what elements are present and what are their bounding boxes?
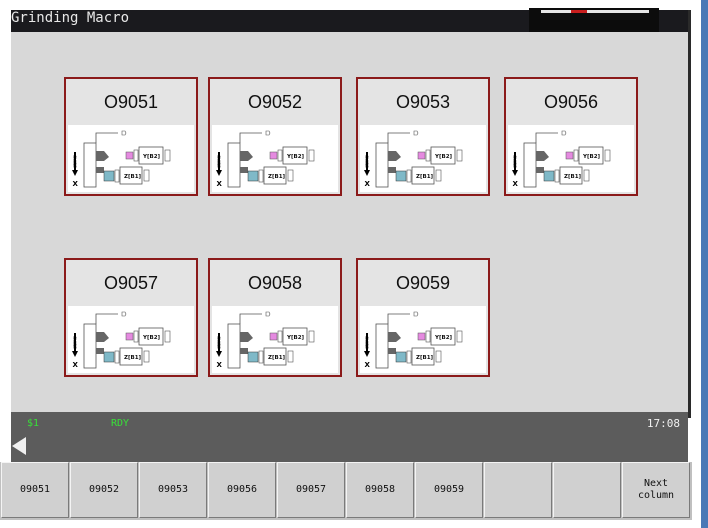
machine-illustration: GUIDEXZ[B1]Y[B2] [68,306,194,373]
title-bar: Grinding Macro [11,8,688,36]
clock: 17:08 [646,417,680,430]
softkey-9[interactable] [553,462,621,518]
svg-text:Z[B1]: Z[B1] [124,355,142,361]
macro-card-o9052[interactable]: O9052 GUIDEXZ[B1]Y[B2] [208,77,342,196]
back-arrow-icon[interactable] [12,437,26,455]
macro-card-label: O9056 [543,92,599,112]
macro-card-label: O9053 [395,92,451,112]
softkey-6[interactable]: 09058 [346,462,414,518]
softkey-8[interactable] [484,462,552,518]
softkey-2[interactable]: 09052 [70,462,138,518]
svg-text:Z[B1]: Z[B1] [124,174,142,180]
svg-text:X: X [217,361,223,369]
softkey-1[interactable]: 09051 [1,462,69,518]
softkey-4[interactable]: 09056 [208,462,276,518]
svg-text:X: X [365,180,371,188]
status-bar: $1 RDY 17:08 [11,412,688,462]
macro-card-o9056[interactable]: O9056 GUIDEXZ[B1]Y[B2] [504,77,638,196]
machine-illustration: GUIDEXZ[B1]Y[B2] [212,306,338,373]
svg-text:X: X [513,180,519,188]
svg-text:X: X [73,180,79,188]
ready-indicator: RDY [111,418,130,429]
svg-text:Z[B1]: Z[B1] [268,355,286,361]
machine-illustration: GUIDEXZ[B1]Y[B2] [360,125,486,192]
svg-text:Y[B2]: Y[B2] [286,335,305,341]
machine-illustration: GUIDEXZ[B1]Y[B2] [68,125,194,192]
blue-edge [701,0,708,528]
svg-text:X: X [73,361,79,369]
softkey-7[interactable]: 09059 [415,462,483,518]
svg-text:Y[B2]: Y[B2] [582,154,601,160]
macro-card-o9058[interactable]: O9058 GUIDEXZ[B1]Y[B2] [208,258,342,377]
machine-illustration: GUIDEXZ[B1]Y[B2] [508,125,634,192]
svg-text:Y[B2]: Y[B2] [434,335,453,341]
softkey-5[interactable]: 09057 [277,462,345,518]
machine-illustration: GUIDEXZ[B1]Y[B2] [360,306,486,373]
softkey-next-column[interactable]: Next column [622,462,690,518]
macro-card-o9059[interactable]: O9059 GUIDEXZ[B1]Y[B2] [356,258,490,377]
macro-card-label: O9052 [247,92,303,112]
svg-text:Y[B2]: Y[B2] [434,154,453,160]
svg-text:X: X [365,361,371,369]
system-indicator: $1 [27,418,40,429]
svg-text:Z[B1]: Z[B1] [416,355,434,361]
screen: Grinding Macro O9051 GUIDEXZ[B1]Y[B2] O9… [0,0,708,528]
svg-text:X: X [217,180,223,188]
macro-card-label: O9058 [247,273,303,293]
softkey-bar: 09051 09052 09053 09056 09057 09058 0905… [0,462,692,520]
svg-text:Y[B2]: Y[B2] [142,335,161,341]
macro-card-label: O9059 [395,273,451,293]
macro-grid: O9051 GUIDEXZ[B1]Y[B2] O9052 GUIDEXZ[B1]… [11,32,688,412]
macro-card-o9051[interactable]: O9051 GUIDEXZ[B1]Y[B2] [64,77,198,196]
machine-illustration: GUIDEXZ[B1]Y[B2] [212,125,338,192]
softkey-3[interactable]: 09053 [139,462,207,518]
macro-card-label: O9051 [103,92,159,112]
macro-card-o9053[interactable]: O9053 GUIDEXZ[B1]Y[B2] [356,77,490,196]
svg-text:Z[B1]: Z[B1] [268,174,286,180]
macro-card-label: O9057 [103,273,159,293]
svg-text:Y[B2]: Y[B2] [142,154,161,160]
svg-text:Z[B1]: Z[B1] [564,174,582,180]
svg-text:Z[B1]: Z[B1] [416,174,434,180]
macro-card-o9057[interactable]: O9057 GUIDEXZ[B1]Y[B2] [64,258,198,377]
screen-title: Grinding Macro [11,10,130,26]
svg-text:Y[B2]: Y[B2] [286,154,305,160]
right-edge [688,10,691,418]
